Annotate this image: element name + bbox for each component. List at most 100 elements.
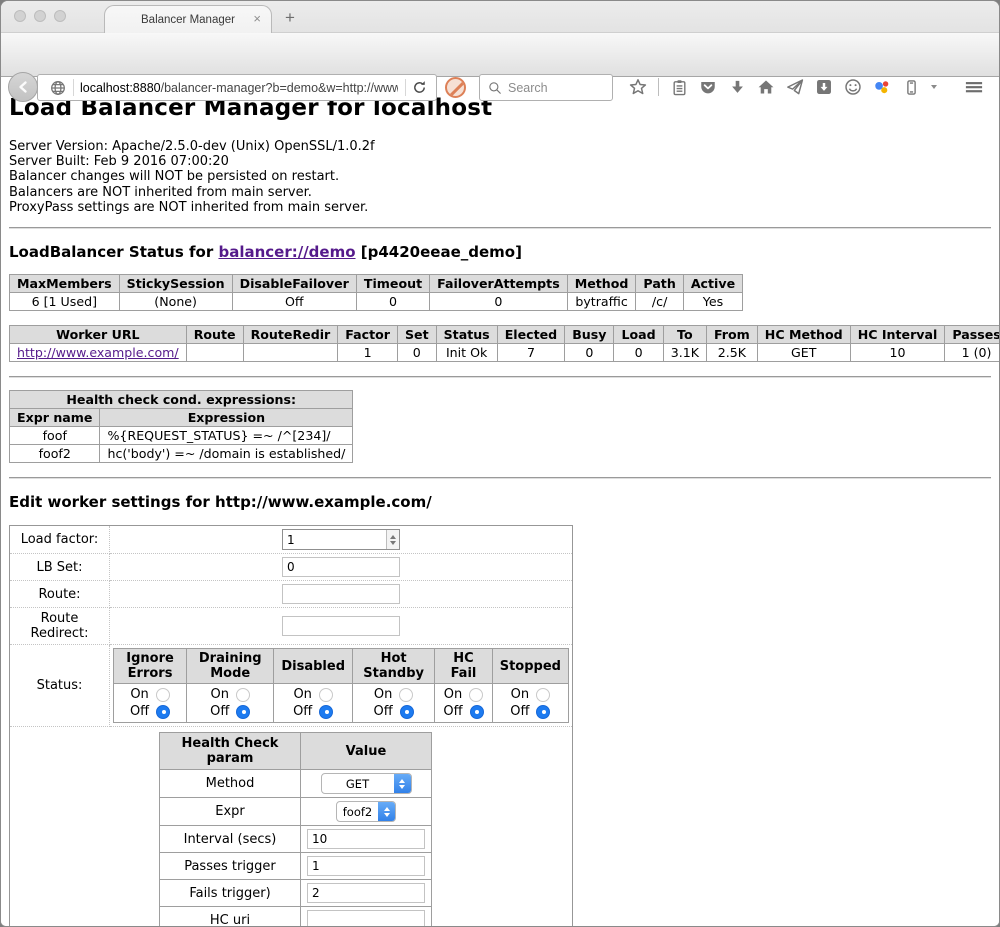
- status-radio-row: OnOffOnOffOnOffOnOffOnOffOnOff: [114, 684, 569, 723]
- select-stepper-icon: [394, 773, 411, 794]
- balancer-cell: Off: [232, 293, 356, 311]
- radio-off-selected-disabled[interactable]: [319, 705, 333, 719]
- radio-label: On: [374, 687, 392, 702]
- health-param-value: [301, 826, 432, 853]
- window-controls[interactable]: [14, 10, 66, 22]
- url-text[interactable]: localhost:8880/balancer-manager?b=demo&w…: [80, 81, 398, 95]
- clipboard-icon[interactable]: [670, 78, 688, 96]
- radio-line: Off: [281, 703, 345, 720]
- worker-col-header: Route: [186, 326, 243, 344]
- form-text-field-3[interactable]: [282, 616, 400, 636]
- bookmark-star-icon[interactable]: [629, 78, 647, 96]
- balancer-cell: Yes: [683, 293, 742, 311]
- radio-off-selected-stopped[interactable]: [536, 705, 550, 719]
- number-stepper-icon[interactable]: [386, 530, 399, 549]
- send-plane-icon[interactable]: [786, 78, 804, 96]
- edit-worker-form: Load factor:LB Set:Route:Route Redirect:…: [9, 525, 573, 927]
- status-radio-cell: OnOff: [187, 684, 274, 723]
- select-stepper-icon: [378, 801, 395, 822]
- hamburger-menu-icon[interactable]: [965, 78, 983, 96]
- radio-line: On: [281, 686, 345, 703]
- health-check-row: Health Check paramValueMethodGETExprfoof…: [10, 727, 573, 927]
- balancer-col-header: FailoverAttempts: [430, 275, 568, 293]
- health-param-label: Passes trigger: [160, 853, 301, 880]
- health-field-hc-uri[interactable]: [307, 910, 425, 927]
- radio-on-hc-fail[interactable]: [469, 688, 483, 702]
- feedback-smiley-icon[interactable]: [844, 78, 862, 96]
- browser-window: Balancer Manager × + localhost:8880/bala…: [0, 0, 1000, 927]
- balancer-link[interactable]: balancer://demo: [218, 243, 355, 261]
- minimize-window-button[interactable]: [34, 10, 46, 22]
- radio-label: Off: [130, 704, 149, 719]
- device-menu-caret-icon[interactable]: [931, 85, 937, 89]
- server-info-line: Server Version: Apache/2.5.0-dev (Unix) …: [9, 139, 991, 154]
- search-bar[interactable]: Search: [479, 74, 613, 101]
- radio-off-selected-ignore-errors[interactable]: [156, 705, 170, 719]
- balancer-cell: /c/: [636, 293, 683, 311]
- back-arrow-icon: [16, 80, 30, 94]
- reader-download-square-icon[interactable]: [815, 78, 833, 96]
- health-select-expr[interactable]: foof2: [336, 801, 397, 822]
- status-col-header: Draining Mode: [187, 649, 274, 684]
- status-col-header: Stopped: [492, 649, 568, 684]
- browser-tab[interactable]: Balancer Manager ×: [104, 5, 272, 34]
- close-window-button[interactable]: [14, 10, 26, 22]
- worker-col-header: Passes: [945, 326, 999, 344]
- radio-on-draining-mode[interactable]: [236, 688, 250, 702]
- status-col-header: HC Fail: [435, 649, 492, 684]
- health-field-interval-secs-[interactable]: [307, 829, 425, 849]
- worker-cell: 7: [497, 344, 565, 362]
- expr-name-cell: foof: [10, 427, 100, 445]
- status-label: Status:: [10, 645, 110, 727]
- form-text-field-1[interactable]: [282, 557, 400, 577]
- colored-dots-addon-icon[interactable]: [873, 78, 891, 96]
- download-icon[interactable]: [728, 78, 746, 96]
- health-param-label: Expr: [160, 798, 301, 826]
- device-battery-icon[interactable]: [902, 78, 920, 96]
- radio-off-selected-hc-fail[interactable]: [470, 705, 484, 719]
- expr-name-cell: foof2: [10, 445, 100, 463]
- radio-line: Off: [500, 703, 561, 720]
- radio-off-selected-hot-standby[interactable]: [400, 705, 414, 719]
- radio-on-stopped[interactable]: [536, 688, 550, 702]
- load-factor-field[interactable]: [283, 530, 386, 549]
- titlebar: Balancer Manager × +: [1, 1, 999, 33]
- pocket-icon[interactable]: [699, 78, 717, 96]
- home-icon[interactable]: [757, 78, 775, 96]
- worker-cell: Init Ok: [436, 344, 497, 362]
- tab-title: Balancer Manager: [141, 14, 235, 26]
- new-tab-button[interactable]: +: [285, 8, 295, 28]
- radio-off-selected-draining-mode[interactable]: [236, 705, 250, 719]
- site-identity-globe-icon[interactable]: [50, 80, 66, 96]
- content-blocker-icon[interactable]: [445, 77, 466, 98]
- reload-button[interactable]: [412, 80, 427, 95]
- expr-col-header: Expression: [100, 409, 353, 427]
- back-button[interactable]: [8, 72, 38, 102]
- form-text-field-2[interactable]: [282, 584, 400, 604]
- lb-status-suffix: [p4420eeae_demo]: [356, 243, 522, 261]
- radio-label: On: [444, 687, 462, 702]
- status-row: Status:Ignore ErrorsDraining ModeDisable…: [10, 645, 573, 727]
- server-info-line: ProxyPass settings are NOT inherited fro…: [9, 200, 991, 215]
- expr-table: Health check cond. expressions: Expr nam…: [9, 390, 353, 463]
- health-param-row: Fails trigger): [160, 880, 432, 907]
- expr-table-title: Health check cond. expressions:: [10, 391, 353, 409]
- status-radio-cell: OnOff: [492, 684, 568, 723]
- edit-worker-heading: Edit worker settings for http://www.exam…: [9, 493, 991, 511]
- radio-on-disabled[interactable]: [319, 688, 333, 702]
- health-field-passes-trigger[interactable]: [307, 856, 425, 876]
- url-bar[interactable]: localhost:8880/balancer-manager?b=demo&w…: [37, 74, 437, 101]
- status-table: Ignore ErrorsDraining ModeDisabledHot St…: [113, 648, 569, 723]
- load-factor-input[interactable]: [282, 529, 400, 550]
- status-col-header: Hot Standby: [353, 649, 435, 684]
- worker-table: Worker URLRouteRouteRedirFactorSetStatus…: [9, 325, 999, 362]
- radio-line: Off: [194, 703, 266, 720]
- health-field-fails-trigger-[interactable]: [307, 883, 425, 903]
- health-select-method[interactable]: GET: [321, 773, 412, 794]
- radio-on-hot-standby[interactable]: [399, 688, 413, 702]
- zoom-window-button[interactable]: [54, 10, 66, 22]
- tab-close-icon[interactable]: ×: [253, 12, 261, 25]
- worker-url-link[interactable]: http://www.example.com/: [17, 345, 179, 360]
- radio-on-ignore-errors[interactable]: [156, 688, 170, 702]
- radio-line: On: [360, 686, 427, 703]
